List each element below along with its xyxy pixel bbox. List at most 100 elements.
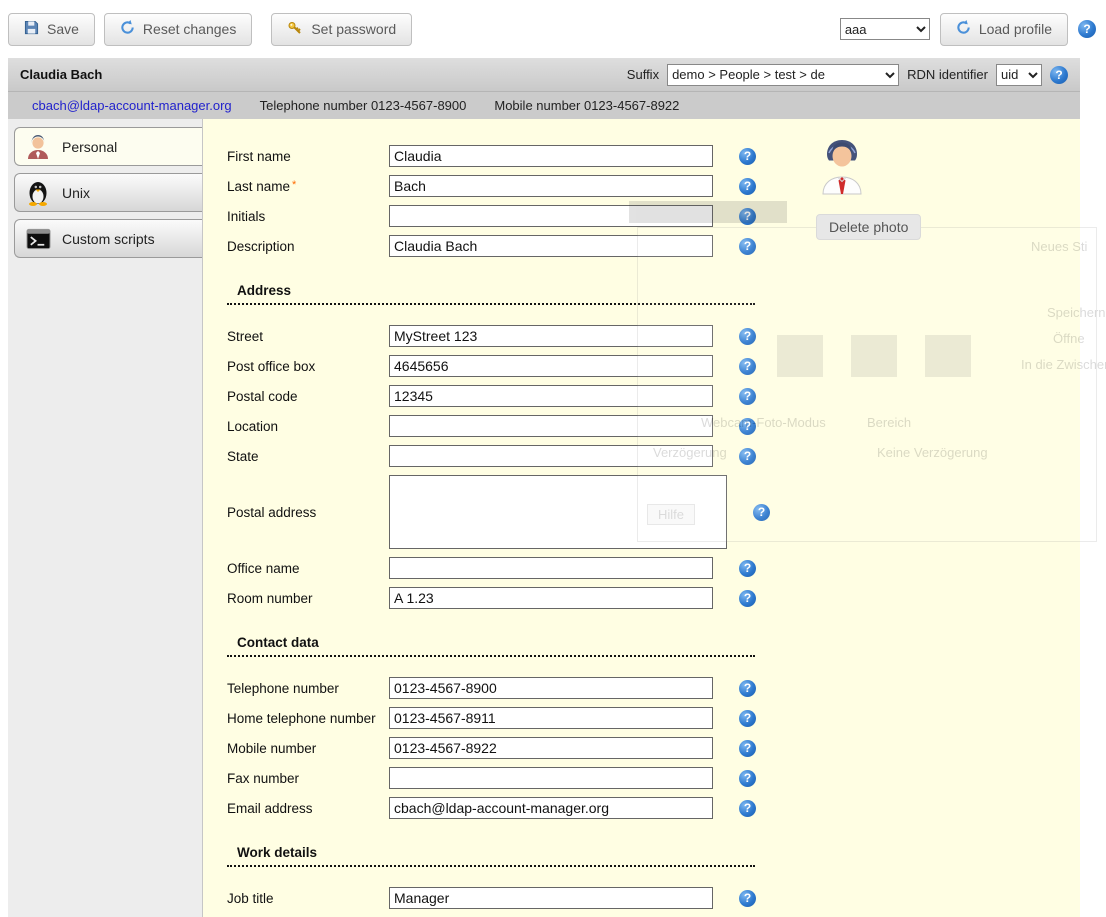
section-header-address: Address	[227, 283, 755, 305]
form-row: Postal code ?	[227, 385, 1080, 407]
save-button-label: Save	[47, 21, 79, 37]
help-icon[interactable]: ?	[739, 358, 756, 375]
help-icon[interactable]: ?	[739, 800, 756, 817]
fax-number-label: Fax number	[227, 771, 389, 786]
location-input[interactable]	[389, 415, 713, 437]
toolbar: Save Reset changes Set password aaa Load…	[0, 0, 1106, 58]
form-row: Postal address ?	[227, 475, 1080, 549]
last-name-input[interactable]	[389, 175, 713, 197]
postal-address-label: Postal address	[227, 505, 389, 520]
section-header-contact-data: Contact data	[227, 635, 755, 657]
tab-personal[interactable]: Personal	[14, 127, 202, 166]
reset-changes-button[interactable]: Reset changes	[104, 13, 252, 46]
section-header-work-details: Work details	[227, 845, 755, 867]
form-row: Fax number ?	[227, 767, 1080, 789]
room-number-input[interactable]	[389, 587, 713, 609]
set-password-button[interactable]: Set password	[271, 13, 412, 46]
suffix-select[interactable]: demo > People > test > de	[667, 64, 899, 86]
help-icon[interactable]: ?	[1050, 66, 1068, 84]
tab-unix-label: Unix	[62, 185, 90, 201]
help-icon[interactable]: ?	[739, 208, 756, 225]
form-row: Email address ?	[227, 797, 1080, 819]
email-address-input[interactable]	[389, 797, 713, 819]
initials-input[interactable]	[389, 205, 713, 227]
postal-code-label: Postal code	[227, 389, 389, 404]
help-icon[interactable]: ?	[739, 680, 756, 697]
state-label: State	[227, 449, 389, 464]
help-icon[interactable]: ?	[739, 890, 756, 907]
first-name-input[interactable]	[389, 145, 713, 167]
office-name-label: Office name	[227, 561, 389, 576]
home-telephone-number-input[interactable]	[389, 707, 713, 729]
job-title-input[interactable]	[389, 887, 713, 909]
help-icon[interactable]: ?	[739, 328, 756, 345]
form-row: Office name ?	[227, 557, 1080, 579]
suffix-label: Suffix	[627, 67, 659, 82]
help-icon[interactable]: ?	[739, 238, 756, 255]
help-icon[interactable]: ?	[739, 148, 756, 165]
save-button[interactable]: Save	[8, 13, 95, 46]
form-row: Description ?	[227, 235, 1080, 257]
help-icon[interactable]: ?	[739, 178, 756, 195]
circular-arrow-icon	[956, 20, 971, 38]
load-profile-button[interactable]: Load profile	[940, 13, 1068, 46]
help-icon[interactable]: ?	[753, 504, 770, 521]
ghost-text: Speichern	[1047, 305, 1106, 320]
form-row: Room number ?	[227, 587, 1080, 609]
rdn-identifier-label: RDN identifier	[907, 67, 988, 82]
mobile-number-input[interactable]	[389, 737, 713, 759]
delete-photo-button[interactable]: Delete photo	[816, 214, 921, 240]
help-icon[interactable]: ?	[739, 448, 756, 465]
postal-code-input[interactable]	[389, 385, 713, 407]
telephone-summary: Telephone number 0123-4567-8900	[260, 98, 467, 113]
form-row: Job title ?	[227, 887, 1080, 909]
help-icon[interactable]: ?	[739, 740, 756, 757]
form-row: First name ?	[227, 145, 1080, 167]
tab-custom-scripts-label: Custom scripts	[62, 231, 155, 247]
load-profile-label: Load profile	[979, 21, 1052, 37]
circular-arrow-icon	[120, 20, 135, 38]
mobile-number-label: Mobile number	[227, 741, 389, 756]
fax-number-input[interactable]	[389, 767, 713, 789]
email-link[interactable]: cbach@ldap-account-manager.org	[32, 98, 232, 113]
form-row: Home telephone number ?	[227, 707, 1080, 729]
telephone-number-input[interactable]	[389, 677, 713, 699]
state-input[interactable]	[389, 445, 713, 467]
form-row: Telephone number ?	[227, 677, 1080, 699]
post-office-box-label: Post office box	[227, 359, 389, 374]
toolbar-right: aaa Load profile ?	[840, 13, 1096, 46]
tab-personal-label: Personal	[62, 139, 117, 155]
postal-address-textarea[interactable]	[389, 475, 727, 549]
user-photo	[819, 139, 865, 198]
description-input[interactable]	[389, 235, 713, 257]
tab-unix[interactable]: Unix	[14, 173, 202, 212]
initials-label: Initials	[227, 209, 389, 224]
help-icon[interactable]: ?	[739, 710, 756, 727]
street-input[interactable]	[389, 325, 713, 347]
room-number-label: Room number	[227, 591, 389, 606]
penguin-icon	[24, 179, 52, 206]
help-icon[interactable]: ?	[739, 388, 756, 405]
set-password-label: Set password	[311, 21, 396, 37]
page-title: Claudia Bach	[20, 67, 102, 82]
help-icon[interactable]: ?	[739, 770, 756, 787]
job-title-label: Job title	[227, 891, 389, 906]
help-icon[interactable]: ?	[739, 560, 756, 577]
person-icon	[24, 134, 52, 160]
telephone-number-label: Telephone number	[227, 681, 389, 696]
profile-select[interactable]: aaa	[840, 18, 930, 40]
module-tab-strip: Personal Unix Custom scripts	[8, 119, 203, 917]
help-icon[interactable]: ?	[739, 590, 756, 607]
post-office-box-input[interactable]	[389, 355, 713, 377]
form-row: Post office box ?	[227, 355, 1080, 377]
office-name-input[interactable]	[389, 557, 713, 579]
help-icon[interactable]: ?	[739, 418, 756, 435]
street-label: Street	[227, 329, 389, 344]
home-telephone-number-label: Home telephone number	[227, 711, 389, 726]
help-icon[interactable]: ?	[1078, 20, 1096, 38]
location-label: Location	[227, 419, 389, 434]
tab-custom-scripts[interactable]: Custom scripts	[14, 219, 202, 258]
email-address-label: Email address	[227, 801, 389, 816]
rdn-identifier-select[interactable]: uid	[996, 64, 1042, 86]
reset-changes-label: Reset changes	[143, 21, 236, 37]
